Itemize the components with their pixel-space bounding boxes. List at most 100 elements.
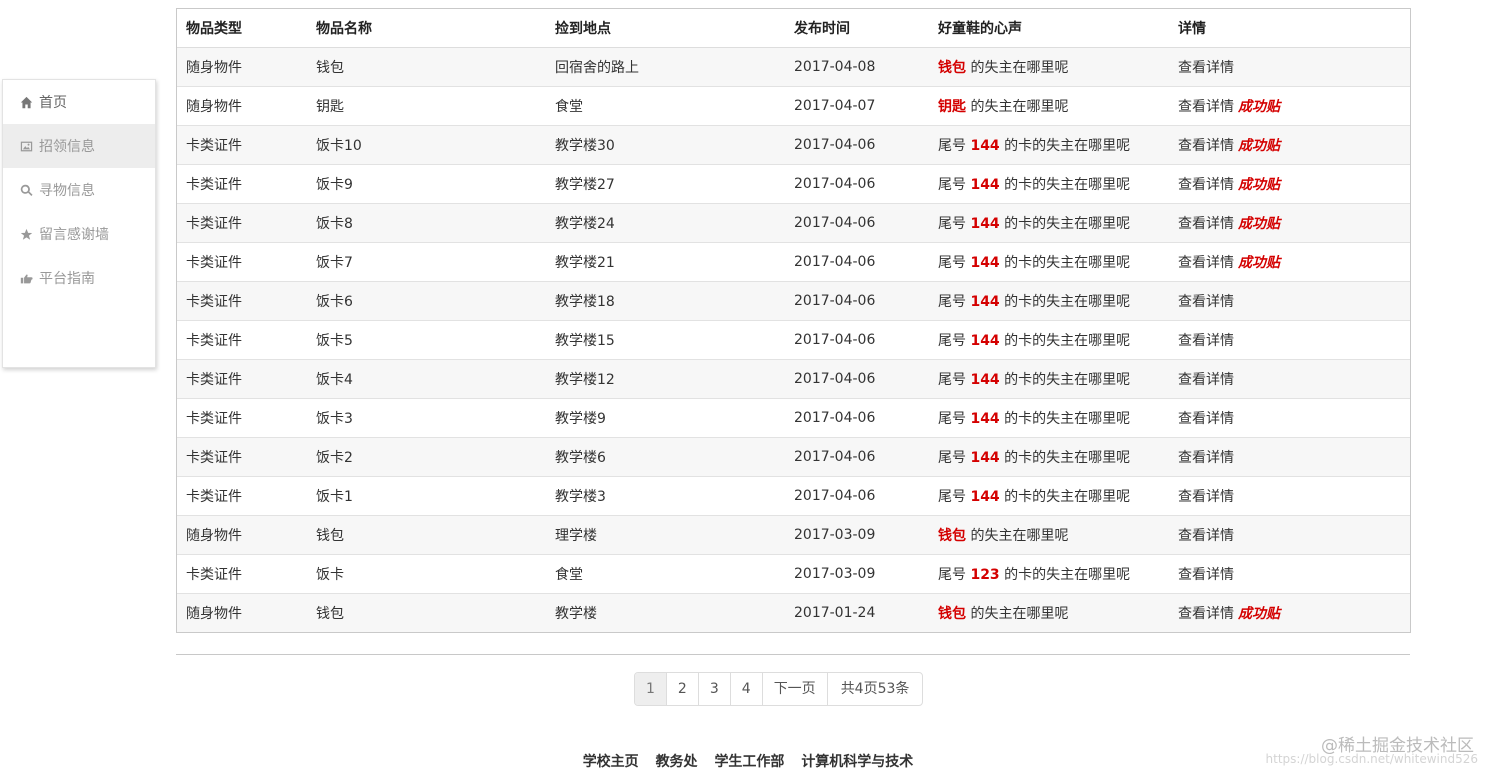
cell-date: 2017-04-06 [785,359,929,399]
cell-detail: 查看详情 成功贴 [1169,203,1410,243]
table-row: 卡类证件 饭卡3 教学楼9 2017-04-06 尾号 144 的卡的失主在哪里呢 查看详… [177,398,1410,438]
success-badge: 成功贴 [1238,138,1280,154]
voice-keyword: 144 [970,177,1000,193]
footer-link-academic-affairs[interactable]: 教务处 [656,754,698,770]
view-detail-link[interactable]: 查看详情 [1178,294,1234,310]
table-row: 卡类证件 饭卡8 教学楼24 2017-04-06 尾号 144 的卡的失主在哪里呢 查看… [177,203,1410,243]
page-button-1[interactable]: 1 [635,673,666,705]
cell-place: 教学楼27 [546,164,785,204]
cell-name: 饭卡7 [307,242,546,282]
cell-voice: 钱包 的失主在哪里呢 [929,47,1169,87]
table-row: 随身物件 钥匙 食堂 2017-04-07 钥匙 的失主在哪里呢 查看详情 成功贴 [177,86,1410,126]
cell-type: 卡类证件 [177,359,307,399]
table-row: 卡类证件 饭卡2 教学楼6 2017-04-06 尾号 144 的卡的失主在哪里呢 查看详… [177,437,1410,477]
voice-prefix: 尾号 [938,177,966,193]
table-row: 卡类证件 饭卡7 教学楼21 2017-04-06 尾号 144 的卡的失主在哪里呢 查看… [177,242,1410,282]
cell-name: 饭卡5 [307,320,546,360]
cell-name: 饭卡10 [307,125,546,165]
cell-detail: 查看详情 [1169,437,1410,477]
cell-date: 2017-04-06 [785,437,929,477]
view-detail-link[interactable]: 查看详情 [1178,528,1234,544]
cell-name: 钱包 [307,593,546,632]
sidebar-item-found-info[interactable]: 招领信息 [3,124,155,168]
image-icon [19,139,33,153]
cell-detail: 查看详情 成功贴 [1169,125,1410,165]
footer-link-student-affairs[interactable]: 学生工作部 [714,754,784,770]
voice-prefix: 尾号 [938,333,966,349]
view-detail-link[interactable]: 查看详情 [1178,60,1234,76]
cell-voice: 钱包 的失主在哪里呢 [929,515,1169,555]
cell-place: 回宿舍的路上 [546,47,785,87]
view-detail-link[interactable]: 查看详情 [1178,606,1234,622]
cell-detail: 查看详情 [1169,47,1410,87]
voice-suffix: 的卡的失主在哪里呢 [1004,567,1131,583]
view-detail-link[interactable]: 查看详情 [1178,138,1234,154]
sidebar-item-label: 招领信息 [39,139,95,155]
footer-link-computer-science[interactable]: 计算机科学与技术 [801,754,913,770]
cell-name: 饭卡6 [307,281,546,321]
sidebar-item-guide[interactable]: 平台指南 [3,256,155,300]
cell-type: 卡类证件 [177,125,307,165]
view-detail-link[interactable]: 查看详情 [1178,567,1234,583]
column-header-place: 捡到地点 [546,9,785,48]
cell-date: 2017-04-06 [785,281,929,321]
cell-name: 钱包 [307,515,546,555]
cell-voice: 尾号 144 的卡的失主在哪里呢 [929,281,1169,321]
cell-date: 2017-04-06 [785,203,929,243]
cell-detail: 查看详情 [1169,320,1410,360]
sidebar-item-label: 首页 [39,95,67,111]
cell-name: 饭卡2 [307,437,546,477]
column-header-name: 物品名称 [307,9,546,48]
cell-detail: 查看详情 成功贴 [1169,86,1410,126]
cell-date: 2017-04-06 [785,164,929,204]
view-detail-link[interactable]: 查看详情 [1178,177,1234,193]
cell-detail: 查看详情 [1169,398,1410,438]
sidebar-item-label: 寻物信息 [39,183,95,199]
cell-date: 2017-03-09 [785,554,929,594]
cell-place: 教学楼21 [546,242,785,282]
cell-type: 卡类证件 [177,437,307,477]
table-row: 随身物件 钱包 理学楼 2017-03-09 钱包 的失主在哪里呢 查看详情 [177,515,1410,555]
found-items-table: 物品类型 物品名称 捡到地点 发布时间 好童鞋的心声 详情 随身物件 钱包 回宿舍的… [176,8,1411,633]
view-detail-link[interactable]: 查看详情 [1178,489,1234,505]
voice-suffix: 的卡的失主在哪里呢 [1004,138,1131,154]
cell-type: 卡类证件 [177,554,307,594]
cell-voice: 尾号 144 的卡的失主在哪里呢 [929,437,1169,477]
home-icon [19,95,33,109]
cell-detail: 查看详情 [1169,554,1410,594]
table-row: 随身物件 钱包 回宿舍的路上 2017-04-08 钱包 的失主在哪里呢 查看详情 [177,47,1410,87]
cell-date: 2017-04-06 [785,125,929,165]
success-badge: 成功贴 [1238,216,1280,232]
voice-suffix: 的失主在哪里呢 [970,99,1069,115]
voice-keyword: 144 [970,333,1000,349]
view-detail-link[interactable]: 查看详情 [1178,333,1234,349]
cell-name: 饭卡3 [307,398,546,438]
cell-voice: 尾号 144 的卡的失主在哪里呢 [929,398,1169,438]
page-button-2[interactable]: 2 [665,673,698,705]
page-button-3[interactable]: 3 [697,673,730,705]
cell-date: 2017-03-09 [785,515,929,555]
cell-place: 教学楼12 [546,359,785,399]
view-detail-link[interactable]: 查看详情 [1178,450,1234,466]
cell-type: 卡类证件 [177,320,307,360]
voice-suffix: 的失主在哪里呢 [970,528,1069,544]
next-page-button[interactable]: 下一页 [761,673,827,705]
column-header-type: 物品类型 [177,9,307,48]
sidebar-item-home[interactable]: 首页 [3,80,155,124]
view-detail-link[interactable]: 查看详情 [1178,216,1234,232]
footer-link-school-home[interactable]: 学校主页 [583,754,639,770]
view-detail-link[interactable]: 查看详情 [1178,99,1234,115]
cell-type: 卡类证件 [177,398,307,438]
table-row: 卡类证件 饭卡10 教学楼30 2017-04-06 尾号 144 的卡的失主在哪里呢查… [177,125,1410,165]
column-header-date: 发布时间 [785,9,929,48]
table-row: 卡类证件 饭卡9 教学楼27 2017-04-06 尾号 144 的卡的失主在哪里呢 查看… [177,164,1410,204]
voice-suffix: 的卡的失主在哪里呢 [1004,489,1131,505]
sidebar-item-thanks-wall[interactable]: 留言感谢墙 [3,212,155,256]
page-button-4[interactable]: 4 [729,673,762,705]
view-detail-link[interactable]: 查看详情 [1178,255,1234,271]
view-detail-link[interactable]: 查看详情 [1178,411,1234,427]
sidebar-item-lost-info[interactable]: 寻物信息 [3,168,155,212]
view-detail-link[interactable]: 查看详情 [1178,372,1234,388]
voice-keyword: 钱包 [938,60,966,76]
table-row: 卡类证件 饭卡 食堂 2017-03-09 尾号 123 的卡的失主在哪里呢 查看详情 [177,554,1410,594]
